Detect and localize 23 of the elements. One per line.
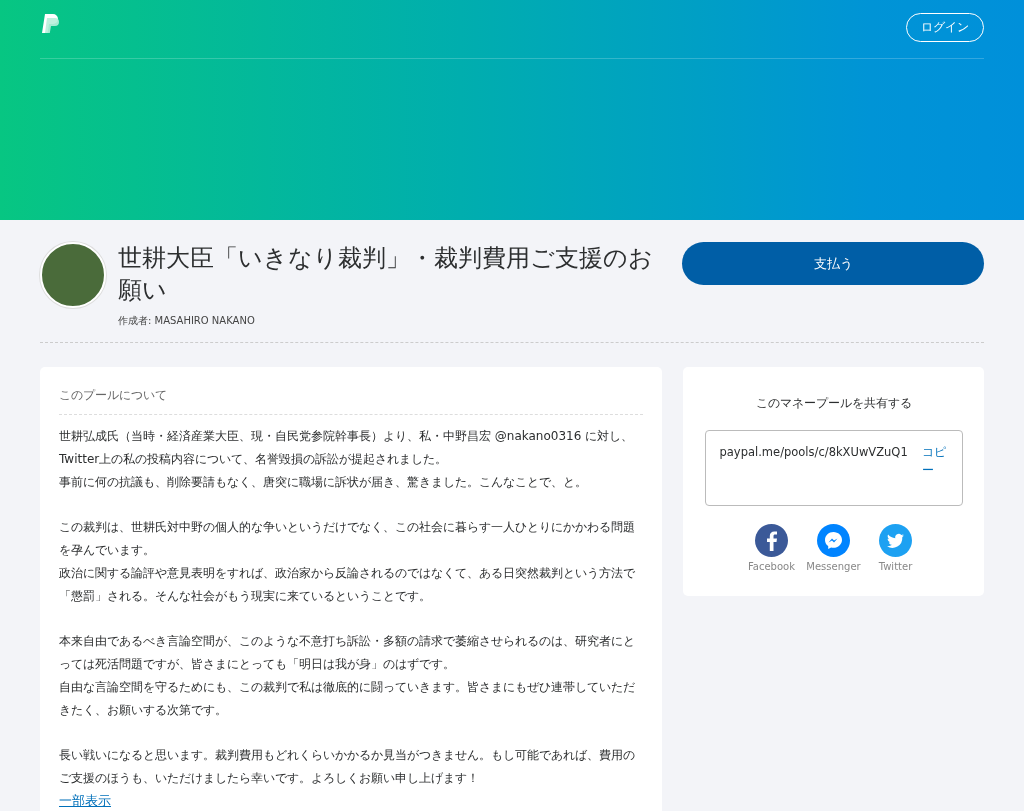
pay-button[interactable]: 支払う — [682, 242, 984, 285]
share-label: Facebook — [748, 561, 795, 572]
share-label: Twitter — [878, 561, 913, 572]
section-heading: このプールについて — [59, 387, 643, 415]
pool-title: 世耕大臣「いきなり裁判」・裁判費用ご支援のお願い — [118, 243, 654, 306]
description-text: 事前に何の抗議も、削除要請もなく、唐突に職場に訴状が届き、驚きました。こんなことで、と。 — [59, 474, 588, 491]
description-text: この裁判は、世耕氏対中野の個人的な争いというだけでなく、この社会に暮らす一人ひとりにかかわる問題を孕んでいます。 — [59, 519, 636, 559]
share-label: Messenger — [806, 561, 861, 572]
share-heading: このマネープールを共有する — [755, 395, 912, 412]
show-less-link[interactable]: 一部表示 — [59, 792, 111, 810]
description-text: 本来自由であるべき言論空間が、このような不意打ち訴訟・多額の請求で萎縮させられるのは、研究者にとっては死活問題ですが、皆さまにとっても「明日は我が身」のはずです。 — [59, 633, 636, 673]
copy-button[interactable]: コピー — [921, 443, 948, 479]
share-link-field[interactable]: paypal.me/pools/c/8kXUwVZuQ1 コピー — [704, 430, 963, 506]
description-text: 世耕弘成氏（当時・経済産業大臣、現・自民党参院幹事長）より、私・中野昌宏 @nakano0316 に対し、Twitter上の私の投稿内容について、名誉毀損の訴訟が提起されました。 — [59, 428, 635, 468]
facebook-icon[interactable] — [755, 524, 788, 557]
messenger-icon[interactable] — [817, 524, 850, 557]
description-text: 自由な言論空間を守るためにも、この裁判で私は徹底的に闘っていきます。皆さまにもぜひ連帯していただきたく、お願いする次第です。 — [59, 679, 636, 719]
logo-icon — [40, 12, 60, 36]
description-text: 長い戦いになると思います。裁判費用もどれくらいかかるか見当がつきません。もし可能であれば、費用のご支援のほうも、いただけましたら幸いです。よろしくお願い申し上げます！ — [59, 747, 636, 787]
description-text: 政治に関する論評や意見表明をすれば、政治家から反論されるのではなくて、ある日突然裁判という方法で「懲罰」される。そんな社会がもう現実に来ているということです。 — [59, 565, 636, 605]
avatar — [40, 242, 106, 308]
twitter-icon[interactable] — [879, 524, 912, 557]
creator-name: 作成者: MASAHIRO NAKANO — [118, 314, 256, 328]
